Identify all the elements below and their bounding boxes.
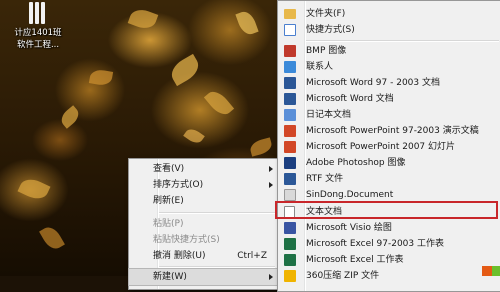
- wallpaper-leaf: [203, 87, 235, 119]
- menu-item-sort-by[interactable]: 排序方式(O): [129, 177, 277, 193]
- submenu-item-bmp[interactable]: BMP 图像: [278, 43, 500, 59]
- menu-item-paste-shortcut: 粘贴快捷方式(S): [129, 232, 277, 248]
- submenu-item-label: Microsoft Word 文档: [306, 94, 394, 104]
- menu-item-label: 粘贴(P): [153, 219, 184, 229]
- zip-icon: [284, 270, 296, 282]
- menu-item-undo-delete[interactable]: 撤消 删除(U) Ctrl+Z: [129, 248, 277, 264]
- submenu-item-label: 联系人: [306, 62, 334, 72]
- wallpaper-leaf: [88, 68, 114, 87]
- menu-item-label: 刷新(E): [153, 196, 184, 206]
- ppt-icon: [284, 125, 296, 137]
- submenu-item-label: RTF 文件: [306, 174, 344, 184]
- desktop-icon-class-folder[interactable]: 计应1401班 软件工程...: [8, 0, 68, 52]
- submenu-item-label: 快捷方式(S): [306, 25, 355, 35]
- wallpaper-leaf: [39, 223, 65, 253]
- contact-icon: [284, 61, 296, 73]
- submenu-item-visio[interactable]: Microsoft Visio 绘图: [278, 220, 500, 236]
- submenu-item-excel[interactable]: Microsoft Excel 工作表: [278, 252, 500, 268]
- menu-item-view[interactable]: 查看(V): [129, 161, 277, 177]
- highlight-box-text-document: [275, 201, 498, 219]
- folder-icon: [284, 9, 296, 19]
- menu-separator: [306, 40, 499, 42]
- menu-item-label: 新建(W): [153, 272, 187, 282]
- submenu-item-journal[interactable]: 日记本文档: [278, 107, 500, 123]
- folder-stack-icon: [29, 2, 47, 24]
- new-submenu: 文件夹(F) 快捷方式(S) BMP 图像 联系人 Microsoft Word…: [277, 0, 500, 292]
- menu-separator: [159, 266, 275, 268]
- word-doc-icon: [284, 77, 296, 89]
- menu-item-label: 排序方式(O): [153, 180, 204, 190]
- wallpaper-leaf: [17, 174, 51, 204]
- shortcut-icon: [284, 24, 296, 36]
- menu-item-label: 粘贴快捷方式(S): [153, 235, 220, 245]
- submenu-item-label: Adobe Photoshop 图像: [306, 158, 406, 168]
- submenu-item-folder[interactable]: 文件夹(F): [278, 6, 500, 22]
- menu-item-label: 撤消 删除(U): [153, 251, 206, 261]
- menu-item-refresh[interactable]: 刷新(E): [129, 193, 277, 209]
- chevron-right-icon: [269, 274, 273, 280]
- submenu-item-label: 文件夹(F): [306, 9, 346, 19]
- submenu-item-excel-97[interactable]: Microsoft Excel 97-2003 工作表: [278, 236, 500, 252]
- wallpaper-leaf: [235, 8, 259, 38]
- submenu-item-photoshop[interactable]: Adobe Photoshop 图像: [278, 155, 500, 171]
- submenu-item-zip[interactable]: 360压缩 ZIP 文件: [278, 268, 500, 284]
- wallpaper-leaf: [167, 53, 203, 87]
- photoshop-icon: [284, 157, 296, 169]
- submenu-item-ppt-2007[interactable]: Microsoft PowerPoint 2007 幻灯片: [278, 139, 500, 155]
- submenu-item-contact[interactable]: 联系人: [278, 59, 500, 75]
- word-docx-icon: [284, 93, 296, 105]
- menu-separator: [159, 212, 275, 214]
- rtf-icon: [284, 173, 296, 185]
- submenu-item-label: 360压缩 ZIP 文件: [306, 271, 380, 281]
- journal-icon: [284, 109, 296, 121]
- wallpaper-leaf: [248, 137, 274, 157]
- submenu-item-label: BMP 图像: [306, 46, 347, 56]
- submenu-item-label: Microsoft PowerPoint 2007 幻灯片: [306, 142, 456, 152]
- menu-item-new[interactable]: 新建(W): [128, 268, 278, 286]
- wallpaper-leaf: [127, 6, 159, 32]
- submenu-item-label: Microsoft Visio 绘图: [306, 223, 392, 233]
- corner-watermark: [492, 266, 500, 276]
- menu-item-label: 查看(V): [153, 164, 185, 174]
- wallpaper-leaf: [183, 125, 205, 147]
- desktop-context-menu: 查看(V) 排序方式(O) 刷新(E) 粘贴(P) 粘贴快捷方式(S) 撤消 删…: [128, 158, 278, 290]
- chevron-right-icon: [269, 166, 273, 172]
- submenu-item-word[interactable]: Microsoft Word 文档: [278, 91, 500, 107]
- submenu-item-label: 日记本文档: [306, 110, 352, 120]
- submenu-item-ppt-97[interactable]: Microsoft PowerPoint 97-2003 演示文稿: [278, 123, 500, 139]
- submenu-item-label: Microsoft PowerPoint 97-2003 演示文稿: [306, 126, 479, 136]
- visio-icon: [284, 222, 296, 234]
- chevron-right-icon: [269, 182, 273, 188]
- submenu-item-shortcut[interactable]: 快捷方式(S): [278, 22, 500, 38]
- submenu-item-label: Microsoft Excel 97-2003 工作表: [306, 239, 444, 249]
- desktop-icon-label: 计应1401班 软件工程...: [8, 27, 68, 51]
- excel-xlsx-icon: [284, 254, 296, 266]
- pptx-icon: [284, 141, 296, 153]
- submenu-item-rtf[interactable]: RTF 文件: [278, 171, 500, 187]
- desktop-icon-label-line1: 计应1401班: [14, 28, 62, 38]
- menu-item-shortcut: Ctrl+Z: [237, 251, 267, 261]
- desktop-icon-label-line2: 软件工程...: [16, 40, 60, 50]
- menu-item-paste: 粘贴(P): [129, 216, 277, 232]
- document-icon: [284, 189, 296, 201]
- submenu-item-word-97[interactable]: Microsoft Word 97 - 2003 文档: [278, 75, 500, 91]
- bmp-image-icon: [284, 45, 296, 57]
- submenu-item-label: Microsoft Excel 工作表: [306, 255, 404, 265]
- wallpaper-leaf: [57, 105, 83, 129]
- submenu-item-label: Microsoft Word 97 - 2003 文档: [306, 78, 440, 88]
- excel-icon: [284, 238, 296, 250]
